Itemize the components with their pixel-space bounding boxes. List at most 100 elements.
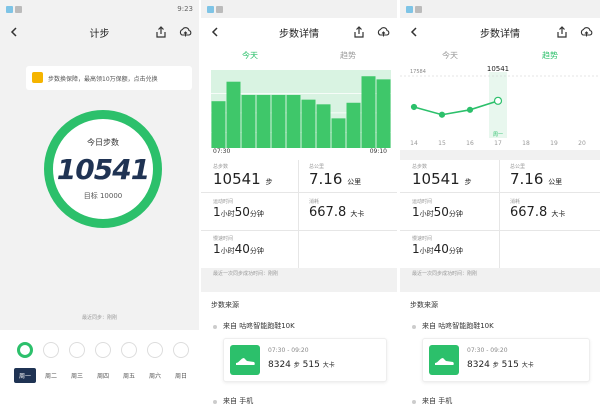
share-icon[interactable] [153,24,169,40]
day-selector-item[interactable]: 周五 [118,342,140,383]
day-selector-item[interactable]: 周日 [170,342,192,383]
day-selector-item[interactable]: 周一 [14,342,36,383]
divider [201,230,397,231]
step-detail-trend-screen: 步数详情 今天 趋势 17584 10541 周一 14 15 16 17 18 19 20 [400,0,600,415]
trend-point [493,96,503,105]
cloud-sync-icon[interactable] [375,24,391,40]
slow-hours: 1 [213,242,221,256]
calories-unit: 大卡 [551,210,566,218]
date-tick-label[interactable]: 14 [406,140,422,147]
day-label: 周三 [70,373,83,380]
distance-label: 总公里 [510,164,526,170]
record-time: 07:30 - 09:20 [467,347,508,354]
calories: 消耗 667.8 大卡 [510,198,565,220]
time-end: 09:10 [369,148,387,155]
trend-line [413,100,499,116]
share-icon[interactable] [554,24,570,40]
date-tick-label[interactable]: 20 [574,140,590,147]
top-bar: 步数详情 [201,18,397,46]
total-steps: 总步数 10541 步 [412,163,472,188]
hours-unit: 小时 [419,210,434,218]
chart-bar [286,94,301,148]
status-icon [15,5,22,13]
slow-minutes: 40 [234,242,250,256]
day-label: 周四 [96,373,109,380]
today-steps: 10541 [56,153,150,186]
day-selector-item[interactable]: 周二 [40,342,62,383]
calories-value: 667.8 [309,205,347,220]
steps-ring: 今日步数 10541 目标 10000 [44,110,162,228]
source-phone[interactable]: 来自 手机 [422,396,452,406]
status-bar [201,0,397,18]
chart-bar [361,76,376,148]
total-distance: 总公里 7.16 公里 [510,163,562,188]
total-steps-value: 10541 [213,170,261,188]
activity-record[interactable]: 07:30 - 09:20 8324 步 515 大卡 [223,338,387,382]
back-icon[interactable] [406,24,422,40]
sync-note: 最近一次同步成功时间：刚刚 [213,271,279,277]
calories: 消耗 667.8 大卡 [309,198,364,220]
sync-note: 最近一次同步成功时间：刚刚 [412,271,478,277]
distance-unit: 公里 [548,178,563,186]
ring-label: 今日步数 [87,138,119,147]
slow-time-label: 慢速时间 [213,236,234,242]
day-selector-item[interactable]: 周六 [144,342,166,383]
day-progress-ring [43,342,59,358]
date-tick-label[interactable]: 19 [546,140,562,147]
date-tick-label[interactable]: 18 [518,140,534,147]
share-icon[interactable] [351,24,367,40]
top-bar: 计步 [0,18,199,46]
steps-unit: 步 [265,178,273,186]
coin-icon [32,72,43,83]
source-title: 步数来源 [211,301,239,309]
status-icon [216,5,223,13]
shoe-icon [230,345,260,375]
cloud-sync-icon[interactable] [177,24,193,40]
date-tick-label[interactable]: 16 [462,140,478,147]
cloud-sync-icon[interactable] [578,24,594,40]
slow-time: 慢速时间 1小时40分钟 [412,235,463,256]
exercise-hours: 1 [412,205,420,219]
record-steps: 8324 [268,360,291,370]
status-icon [6,5,13,13]
trend-point [410,103,418,111]
status-icon [207,5,214,13]
source-title: 步数来源 [410,301,438,309]
back-icon[interactable] [6,24,22,40]
step-source-section: 步数来源 来自 咕咚智能跑鞋10K 07:30 - 09:20 8324 步 5… [201,292,397,415]
trend-point [466,106,474,113]
tab-today[interactable]: 今天 [400,50,500,61]
back-icon[interactable] [207,24,223,40]
last-sync: 最近同步：刚刚 [81,315,117,321]
date-tick-label[interactable]: 15 [434,140,450,147]
divider [499,160,500,268]
status-icon [415,5,422,13]
chart-bar [301,99,316,148]
insurance-banner[interactable]: 步数换保障，最高领10万保额，点击兑换 [26,66,192,90]
source-phone[interactable]: 来自 手机 [223,396,253,406]
step-counter-screen: 9:23 计步 步数换保障，最高领10万保额，点击兑换 今日步数 10541 目… [0,0,199,415]
tab-trend[interactable]: 趋势 [500,50,600,61]
day-progress-ring [173,342,189,358]
total-distance: 总公里 7.16 公里 [309,163,361,188]
exercise-minutes: 50 [234,205,250,219]
day-selector-item[interactable]: 周三 [66,342,88,383]
date-axis: 14 15 16 17 18 19 20 [400,138,600,150]
total-steps-label: 总步数 [412,164,428,170]
activity-record[interactable]: 07:30 - 09:20 8324 步 515 大卡 [422,338,590,382]
slow-minutes: 40 [433,242,449,256]
detail-tabs: 今天 趋势 [400,46,600,64]
tab-today[interactable]: 今天 [201,50,299,61]
max-value-label: 17584 [410,69,426,75]
status-bar: 9:23 [0,0,199,18]
slow-time: 慢速时间 1小时40分钟 [213,235,264,256]
total-steps-value: 10541 [412,170,460,188]
source-device[interactable]: 来自 咕咚智能跑鞋10K [223,321,295,331]
tab-trend[interactable]: 趋势 [299,50,397,61]
source-device[interactable]: 来自 咕咚智能跑鞋10K [422,321,494,331]
day-label: 周六 [148,373,161,380]
day-selector-item[interactable]: 周四 [92,342,114,383]
date-tick-label[interactable]: 17 [490,140,506,147]
day-progress-ring [95,342,111,358]
top-bar: 步数详情 [400,18,600,46]
